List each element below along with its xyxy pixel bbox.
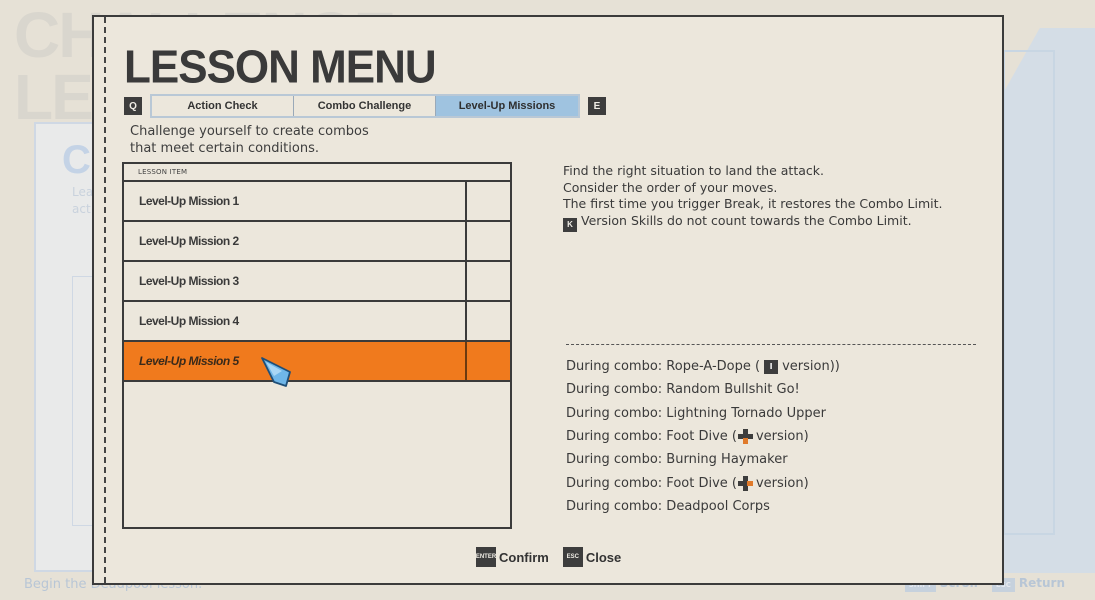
background-card-subtext-line: act xyxy=(72,202,91,216)
condition-item: During combo: Burning Haymaker xyxy=(566,452,788,468)
condition-item: During combo: Deadpool Corps xyxy=(566,498,770,514)
condition-text: During combo: Foot Dive ( xyxy=(566,475,737,491)
background-card-subtext: Lea act xyxy=(72,184,93,218)
lesson-list: LESSON ITEM Level-Up Mission 1 Level-Up … xyxy=(122,162,512,529)
pointer-cursor-icon xyxy=(261,357,291,387)
lesson-item-label: Level-Up Mission 4 xyxy=(124,302,467,340)
condition-item: During combo: Foot Dive ( version) xyxy=(566,471,840,494)
background-icon-column xyxy=(72,276,94,526)
description-line: Find the right situation to land the att… xyxy=(563,163,824,178)
condition-item: During combo: Foot Dive ( version) xyxy=(566,425,840,448)
lesson-item-label: Level-Up Mission 2 xyxy=(124,222,467,260)
condition-text: version) xyxy=(755,429,809,445)
confirm-button[interactable]: ENTER Confirm xyxy=(476,547,549,567)
q-key-icon[interactable]: Q xyxy=(124,97,142,115)
dpad-forward-icon xyxy=(737,475,753,491)
mission-description: Find the right situation to land the att… xyxy=(563,163,943,232)
dashed-divider xyxy=(566,344,976,345)
tab-bar: Action Check Combo Challenge Level-Up Mi… xyxy=(150,94,580,118)
mission-conditions-list: During combo: Rope-A-Dope ( I version)) … xyxy=(566,355,840,518)
lesson-item-status xyxy=(467,302,510,340)
background-return-label: Return xyxy=(1018,576,1065,590)
tab-action-check[interactable]: Action Check xyxy=(152,96,294,116)
tab-description-line: that meet certain conditions. xyxy=(130,141,319,156)
condition-text: version) xyxy=(782,359,835,375)
tab-description-line: Challenge yourself to create combos xyxy=(130,124,369,139)
description-line: K Version Skills do not count towards the… xyxy=(563,213,943,232)
close-button[interactable]: ESC Close xyxy=(562,547,622,567)
i-key-icon: I xyxy=(764,359,779,374)
lesson-item-label: Level-Up Mission 3 xyxy=(124,262,467,300)
esc-key-icon: ESC xyxy=(562,547,583,567)
list-item[interactable]: Level-Up Mission 4 xyxy=(124,302,510,342)
k-key-icon: K xyxy=(563,217,577,232)
lesson-item-status xyxy=(467,182,510,220)
tab-combo-challenge[interactable]: Combo Challenge xyxy=(294,96,436,116)
condition-paren: ) xyxy=(834,359,840,375)
enter-key-icon: ENTER xyxy=(476,547,496,567)
list-item[interactable]: Level-Up Mission 3 xyxy=(124,262,510,302)
lesson-menu-panel: LESSON MENU Q Action Check Combo Challen… xyxy=(92,15,1004,585)
confirm-label: Confirm xyxy=(499,549,549,565)
lesson-item-label: Level-Up Mission 1 xyxy=(124,182,467,220)
lesson-item-status xyxy=(467,262,510,300)
page-title: LESSON MENU xyxy=(124,41,437,94)
lesson-list-header: LESSON ITEM xyxy=(124,164,510,182)
condition-item: During combo: Random Bullshit Go! xyxy=(566,382,800,398)
condition-item: During combo: Lightning Tornado Upper xyxy=(566,405,826,421)
condition-text: During combo: Rope-A-Dope ( xyxy=(566,359,761,375)
description-line-text: Version Skills do not count towards the … xyxy=(581,212,912,228)
background-card-subtext-line: Lea xyxy=(72,185,94,199)
condition-item: During combo: Rope-A-Dope ( I version)) xyxy=(566,355,840,378)
dpad-down-icon xyxy=(737,429,753,445)
tab-description: Challenge yourself to create combos that… xyxy=(130,123,369,157)
list-item-selected[interactable]: Level-Up Mission 5 xyxy=(124,342,510,387)
close-label: Close xyxy=(585,549,622,565)
tab-level-up-missions[interactable]: Level-Up Missions xyxy=(436,96,578,116)
background-card-letter: C xyxy=(62,138,91,182)
panel-dashed-border xyxy=(104,17,106,583)
lesson-item-status xyxy=(467,222,510,260)
footer-controls: ENTER Confirm ESC Close xyxy=(476,547,621,567)
condition-text: version) xyxy=(755,475,809,491)
list-item[interactable]: Level-Up Mission 2 xyxy=(124,222,510,262)
lesson-item-status xyxy=(467,342,510,380)
description-line: Consider the order of your moves. xyxy=(563,179,778,195)
condition-text: During combo: Foot Dive ( xyxy=(566,429,737,445)
list-item[interactable]: Level-Up Mission 1 xyxy=(124,182,510,222)
e-key-icon[interactable]: E xyxy=(588,97,606,115)
background-right-frame xyxy=(1003,50,1055,535)
description-line: The first time you trigger Break, it res… xyxy=(563,196,943,211)
lesson-item-label: Level-Up Mission 5 xyxy=(124,342,467,380)
